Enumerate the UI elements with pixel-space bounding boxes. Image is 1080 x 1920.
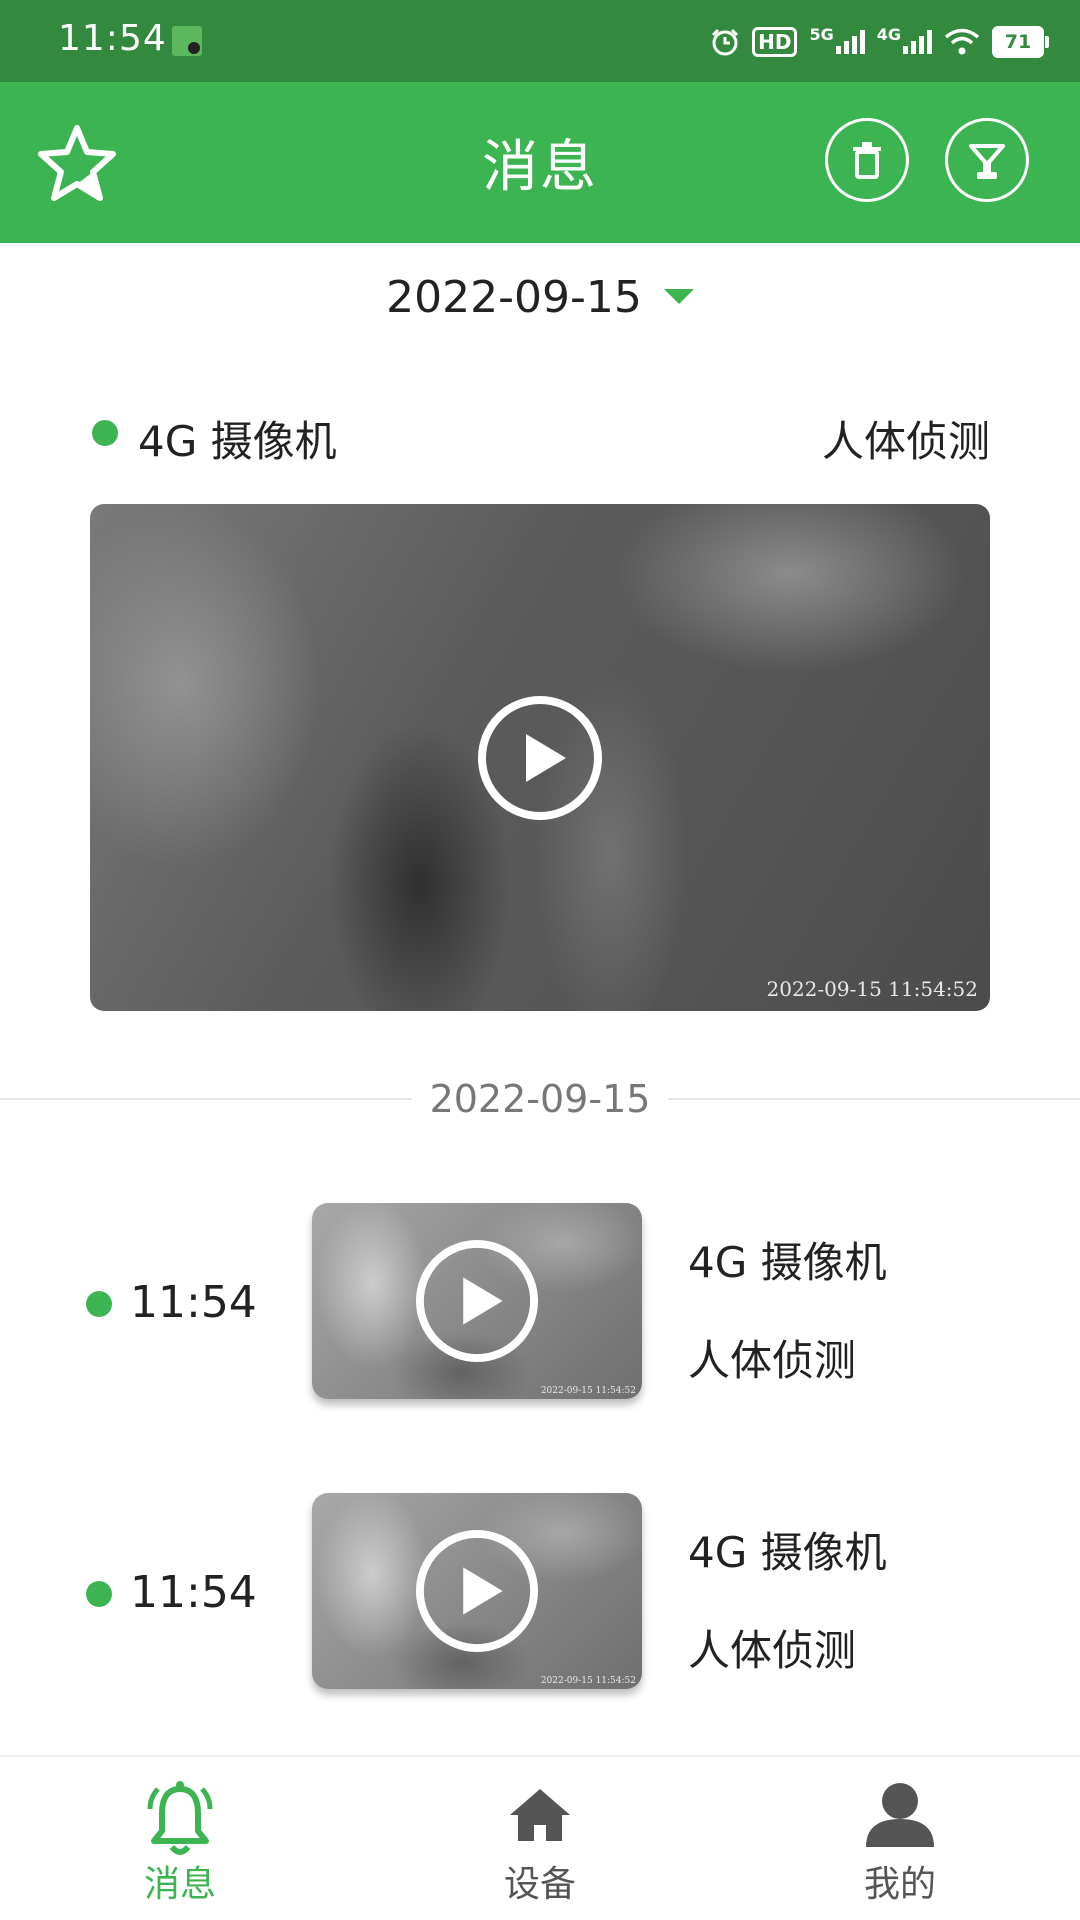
nav-label-messages: 消息 xyxy=(143,1864,216,1905)
status-dot xyxy=(86,1581,112,1607)
play-icon[interactable] xyxy=(414,1528,540,1654)
video-timestamp: 2022-09-15 11:54:52 xyxy=(766,977,979,1001)
signal-4g-icon: 4G xyxy=(877,25,932,54)
featured-event-header: 4G 摄像机 人体侦测 xyxy=(92,408,990,466)
signal-5g-icon: 5G xyxy=(809,25,865,54)
nav-tab-me[interactable]: 我的 xyxy=(810,1757,990,1920)
status-dot xyxy=(92,420,118,446)
person-icon xyxy=(866,1783,934,1847)
bell-icon xyxy=(147,1781,213,1855)
nav-tab-devices[interactable]: 设备 xyxy=(450,1757,630,1920)
date-selector[interactable]: 2022-09-15 xyxy=(0,272,1080,323)
group-date-text: 2022-09-15 xyxy=(411,1077,669,1121)
nav-tab-messages[interactable]: 消息 xyxy=(90,1757,270,1920)
nav-label-devices: 设备 xyxy=(503,1864,576,1905)
title-bar: 消息 xyxy=(0,82,1080,243)
group-date-label: 2022-09-15 xyxy=(0,1077,1080,1121)
event-list-item[interactable]: 11:54 2022-09-15 11:54:52 4G 摄像机 人体侦测 xyxy=(0,1493,1080,1693)
battery-icon: 71 xyxy=(992,26,1049,58)
dropdown-caret-icon xyxy=(663,288,694,304)
event-device-name: 4G 摄像机 xyxy=(688,1238,887,1287)
status-icons: HD 5G 4G 71 xyxy=(710,20,1049,64)
hd-voice-icon: HD xyxy=(752,27,798,57)
bottom-nav: 消息 设备 我的 xyxy=(0,1755,1080,1920)
event-type: 人体侦测 xyxy=(688,1626,857,1675)
signal-4g-label: 4G xyxy=(876,24,901,44)
featured-video-preview[interactable]: 2022-09-15 11:54:52 xyxy=(90,504,990,1011)
event-list-item[interactable]: 11:54 2022-09-15 11:54:52 4G 摄像机 人体侦测 xyxy=(0,1203,1080,1403)
nav-label-me: 我的 xyxy=(863,1864,936,1905)
status-time: 11:54 xyxy=(58,18,167,59)
thumbnail-timestamp: 2022-09-15 11:54:52 xyxy=(540,1386,636,1396)
delete-button[interactable] xyxy=(825,118,909,202)
event-time: 11:54 xyxy=(130,1277,257,1328)
filter-button[interactable] xyxy=(945,118,1029,202)
event-type: 人体侦测 xyxy=(688,1336,857,1385)
wifi-icon xyxy=(944,28,980,56)
event-device-name: 4G 摄像机 xyxy=(688,1528,887,1577)
status-dot xyxy=(86,1291,112,1317)
home-icon xyxy=(510,1789,570,1841)
event-thumbnail[interactable]: 2022-09-15 11:54:52 xyxy=(312,1493,642,1689)
featured-event-type: 人体侦测 xyxy=(821,417,990,466)
signal-5g-label: 5G xyxy=(809,24,834,44)
page-title: 消息 xyxy=(482,135,598,200)
app-notification-icon xyxy=(172,26,202,56)
play-icon[interactable] xyxy=(414,1238,540,1364)
play-icon[interactable] xyxy=(476,694,604,822)
alarm-icon xyxy=(710,27,740,57)
app-root: 11:54 HD 5G 4G 71 消息 2022-09-15 4G 摄像机 人… xyxy=(0,0,1080,1920)
filter-icon xyxy=(969,144,1005,179)
status-bar: 11:54 HD 5G 4G 71 xyxy=(0,0,1080,82)
featured-device-name: 4G 摄像机 xyxy=(138,417,337,466)
event-thumbnail[interactable]: 2022-09-15 11:54:52 xyxy=(312,1203,642,1399)
thumbnail-timestamp: 2022-09-15 11:54:52 xyxy=(540,1676,636,1686)
trash-icon xyxy=(853,142,881,179)
date-selector-value: 2022-09-15 xyxy=(386,272,642,323)
event-time: 11:54 xyxy=(130,1567,257,1618)
